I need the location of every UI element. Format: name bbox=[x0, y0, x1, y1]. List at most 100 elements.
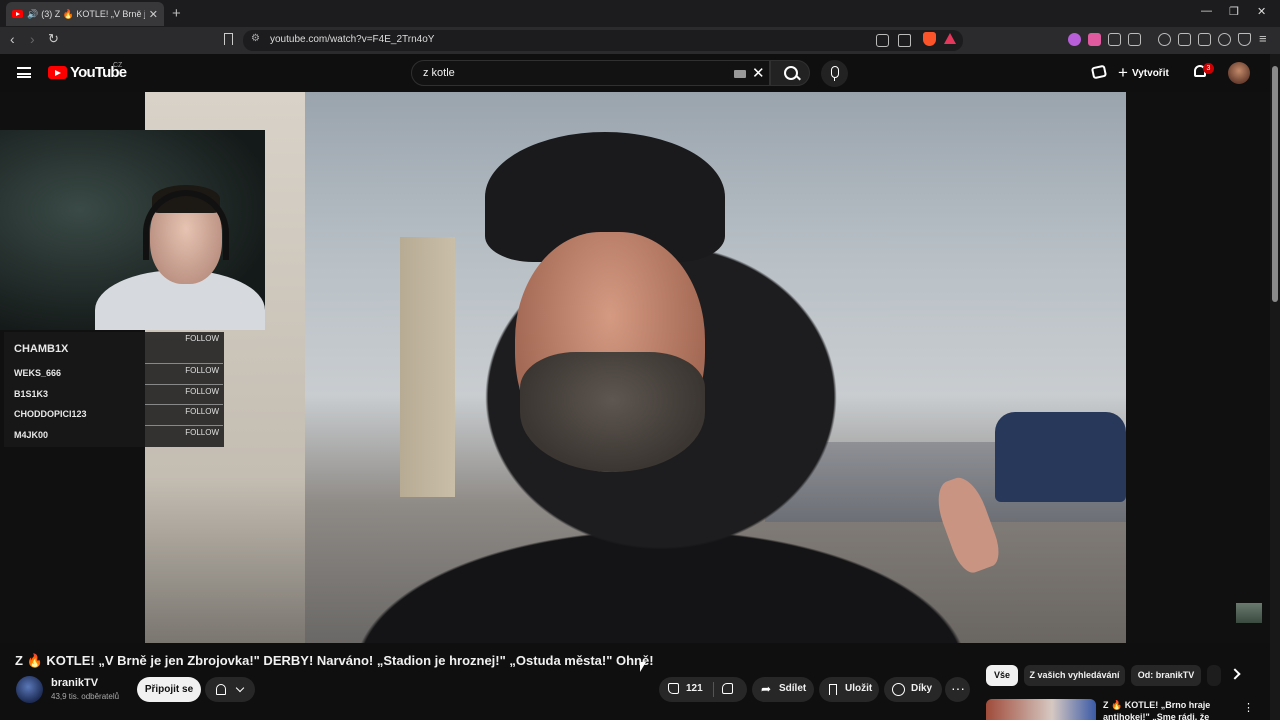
video-scene-car bbox=[995, 412, 1126, 502]
site-info-icon[interactable]: ⚙ bbox=[251, 33, 260, 44]
thanks-label: Díky bbox=[911, 683, 933, 694]
speaker-icon[interactable]: 🔊 bbox=[27, 9, 38, 20]
follower-overlay: CHAMB1X FOLLOW WEKS_666 FOLLOW B1S1K3 FO… bbox=[4, 332, 224, 447]
brave-rewards-icon[interactable] bbox=[944, 33, 956, 44]
back-icon[interactable]: ‹ bbox=[10, 31, 15, 47]
join-button[interactable]: Připojit se bbox=[137, 677, 201, 702]
mouse-cursor-icon bbox=[640, 662, 646, 672]
menu-icon[interactable] bbox=[17, 67, 31, 78]
search-button[interactable] bbox=[770, 60, 810, 86]
save-icon bbox=[829, 684, 837, 695]
share-button[interactable]: ➦ Sdílet bbox=[752, 677, 814, 702]
brave-shields-icon[interactable] bbox=[923, 32, 936, 46]
overlay-follower-row: B1S1K3 FOLLOW bbox=[4, 384, 224, 402]
like-icon[interactable] bbox=[668, 683, 679, 694]
restore-icon[interactable]: ❐ bbox=[1229, 5, 1239, 18]
extension-pink-icon[interactable] bbox=[1088, 33, 1101, 46]
notification-preference-button[interactable] bbox=[205, 677, 255, 702]
voice-search-button[interactable] bbox=[821, 60, 848, 87]
address-url: youtube.com/watch?v=F4E_2Trn4oY bbox=[270, 34, 435, 45]
share-label: Sdílet bbox=[779, 683, 807, 694]
save-label: Uložit bbox=[845, 683, 873, 694]
share-page-icon[interactable] bbox=[898, 34, 911, 47]
media-icon[interactable] bbox=[1158, 33, 1171, 46]
subscriber-count: 43,9 tis. odběratelů bbox=[51, 692, 120, 701]
minimize-icon[interactable]: — bbox=[1201, 5, 1212, 17]
streamer-webcam bbox=[0, 130, 265, 330]
video-player[interactable]: CHAMB1X FOLLOW WEKS_666 FOLLOW B1S1K3 FO… bbox=[0, 92, 1270, 643]
chips-next-icon[interactable] bbox=[1229, 668, 1241, 680]
thanks-icon bbox=[892, 683, 905, 696]
browser-navbar: ‹ › ↻ ⚙ youtube.com/watch?v=F4E_2Trn4oY … bbox=[0, 27, 1280, 54]
create-label: Vytvořit bbox=[1131, 67, 1169, 79]
more-actions-button[interactable]: ··· bbox=[945, 677, 970, 702]
overlay-streamer-name: CHAMB1X bbox=[14, 343, 69, 355]
search-box[interactable]: z kotle ✕ bbox=[411, 60, 770, 86]
vpn-icon[interactable] bbox=[1238, 33, 1251, 46]
wallet-icon[interactable] bbox=[1198, 33, 1211, 46]
chip-all[interactable]: Vše bbox=[986, 665, 1018, 686]
chip-from-searches[interactable]: Z vašich vyhledávání bbox=[1024, 665, 1125, 686]
forward-icon[interactable]: › bbox=[30, 31, 35, 47]
video-title: Z 🔥 KOTLE! „V Brně je jen Zbrojovka!" DE… bbox=[15, 653, 654, 668]
bookmark-icon[interactable] bbox=[224, 33, 233, 45]
like-count[interactable]: 121 bbox=[686, 683, 703, 694]
keyboard-icon[interactable] bbox=[734, 70, 746, 78]
new-tab-icon[interactable]: + bbox=[172, 5, 181, 22]
cast-page-icon[interactable] bbox=[876, 34, 889, 47]
save-button[interactable]: Uložit bbox=[819, 677, 879, 702]
overlay-follower-row: M4JK00 FOLLOW bbox=[4, 425, 224, 443]
dislike-icon[interactable] bbox=[722, 683, 733, 694]
reader-icon[interactable] bbox=[1128, 33, 1141, 46]
scrollbar-thumb[interactable] bbox=[1272, 66, 1278, 302]
account-avatar[interactable] bbox=[1228, 62, 1250, 84]
extensions-icon[interactable] bbox=[1108, 33, 1121, 46]
plus-icon: + bbox=[1118, 63, 1128, 82]
recommendation-more-icon[interactable]: ⋮ bbox=[1243, 701, 1254, 714]
overlay-follower-row: WEKS_666 FOLLOW bbox=[4, 363, 224, 381]
tab-close-icon[interactable]: ✕ bbox=[149, 8, 158, 21]
overlay-follower-name: B1S1K3 bbox=[14, 389, 49, 399]
like-dislike-group: 121 bbox=[659, 677, 747, 702]
country-code: CZ bbox=[113, 62, 123, 69]
youtube-logo-icon[interactable] bbox=[48, 66, 67, 79]
notification-badge: 3 bbox=[1203, 63, 1214, 74]
recommendation-title[interactable]: Z 🔥 KOTLE! „Brno hraje antihokej!" „Sme … bbox=[1103, 699, 1238, 720]
recommendation-thumbnail[interactable] bbox=[986, 699, 1096, 720]
sidebar-icon[interactable] bbox=[1178, 33, 1191, 46]
tab-title: (3) Z 🔥 KOTLE! „V Brně je jen bbox=[41, 8, 145, 19]
like-separator bbox=[713, 682, 714, 697]
overlay-follower-name: WEKS_666 bbox=[14, 368, 62, 378]
browser-tab-active[interactable]: 🔊 (3) Z 🔥 KOTLE! „V Brně je jen ✕ bbox=[6, 2, 164, 26]
overlay-streamer-row: CHAMB1X FOLLOW bbox=[4, 332, 224, 355]
create-button[interactable]: + Vytvořit bbox=[1118, 63, 1169, 83]
window-close-icon[interactable]: ✕ bbox=[1257, 5, 1266, 18]
minimized-thumbnail[interactable] bbox=[1236, 603, 1262, 623]
browser-tabbar: 🔊 (3) Z 🔥 KOTLE! „V Brně je jen ✕ + — ❐ … bbox=[0, 0, 1280, 27]
channel-avatar[interactable] bbox=[16, 676, 43, 703]
browser-menu-icon[interactable]: ≡ bbox=[1259, 31, 1267, 46]
youtube-header: YouTube CZ z kotle ✕ + Vytvořit 3 bbox=[0, 54, 1280, 92]
chip-from-channel[interactable]: Od: branikTV bbox=[1131, 665, 1201, 686]
chip-overflow[interactable] bbox=[1207, 665, 1221, 686]
chevron-down-icon bbox=[235, 683, 245, 693]
thanks-button[interactable]: Díky bbox=[884, 677, 942, 702]
reload-icon[interactable]: ↻ bbox=[48, 31, 59, 47]
video-scene-beard bbox=[520, 352, 705, 472]
search-input[interactable]: z kotle bbox=[423, 67, 455, 79]
overlay-follow-label: FOLLOW bbox=[145, 404, 223, 422]
more-icon: ··· bbox=[951, 680, 965, 696]
address-bar[interactable]: ⚙ youtube.com/watch?v=F4E_2Trn4oY bbox=[243, 30, 963, 51]
clear-search-icon[interactable]: ✕ bbox=[752, 64, 765, 82]
overlay-follow-label: FOLLOW bbox=[185, 334, 219, 343]
overlay-follow-label: FOLLOW bbox=[145, 363, 223, 381]
extension-purple-icon[interactable] bbox=[1068, 33, 1081, 46]
page-scrollbar[interactable] bbox=[1270, 54, 1280, 720]
cast-icon[interactable] bbox=[1090, 64, 1108, 80]
video-frame[interactable] bbox=[145, 92, 1126, 643]
overlay-follower-row: CHODDOPICI123 FOLLOW bbox=[4, 404, 224, 422]
overlay-follow-label: FOLLOW bbox=[145, 384, 223, 402]
leo-ai-icon[interactable] bbox=[1218, 33, 1231, 46]
channel-name[interactable]: branikTV bbox=[51, 677, 98, 689]
overlay-follower-name: CHODDOPICI123 bbox=[14, 409, 87, 419]
